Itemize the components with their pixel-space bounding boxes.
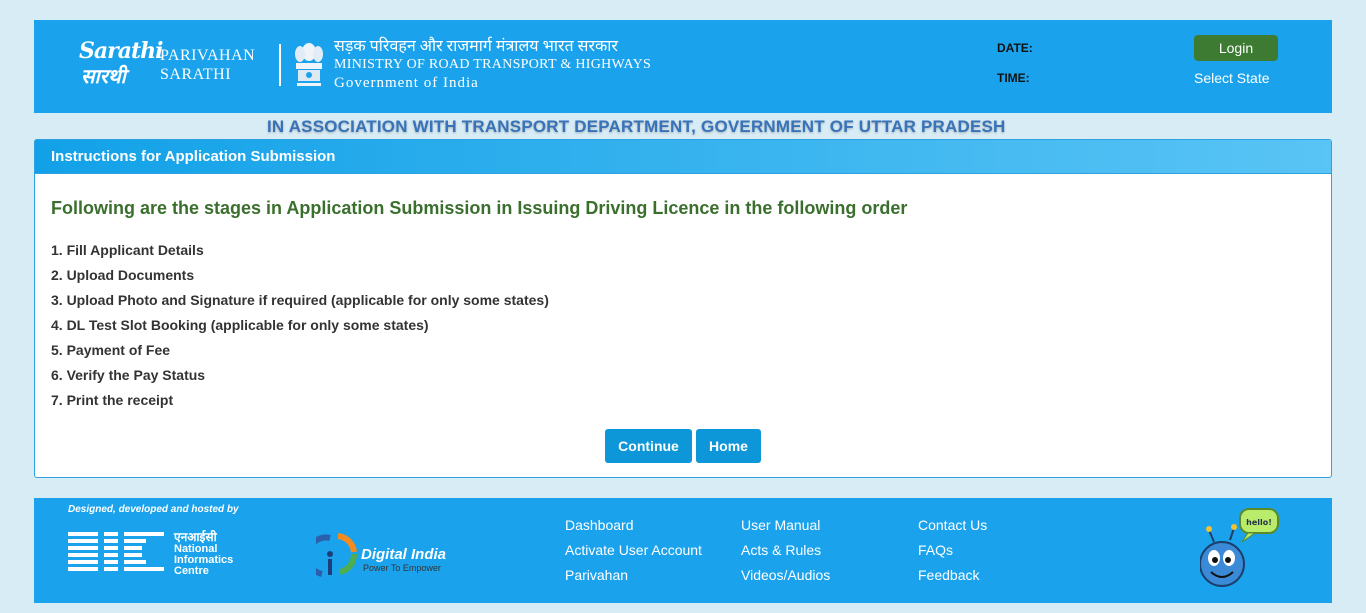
sarathi-logo[interactable]: Sarathi सारथी [79, 38, 164, 90]
government-of-india: Government of India [334, 75, 479, 91]
stage-item: 7. Print the receipt [51, 392, 174, 408]
logo-text-hi: सारथी [81, 64, 126, 88]
date-label: DATE: [997, 41, 1033, 55]
footer-link-feedback[interactable]: Feedback [918, 567, 987, 592]
mascot-bubble-text: hello! [1246, 518, 1272, 527]
stage-item: 1. Fill Applicant Details [51, 242, 204, 258]
footer-link-dashboard[interactable]: Dashboard [565, 517, 702, 542]
site-footer: Designed, developed and hosted by एनआईसी… [34, 498, 1332, 603]
parivahan-sarathi-title: PARIVAHAN SARATHI [160, 46, 255, 84]
stage-item: 5. Payment of Fee [51, 342, 171, 358]
footer-links-col-2: User Manual Acts & Rules Videos/Audios [741, 517, 830, 592]
stage-item: 3. Upload Photo and Signature if require… [51, 292, 549, 308]
time-label: TIME: [997, 71, 1030, 85]
association-banner: IN ASSOCIATION WITH TRANSPORT DEPARTMENT… [267, 117, 1006, 136]
digital-india-logo-icon[interactable] [316, 530, 358, 580]
stages-title: Following are the stages in Application … [51, 198, 908, 218]
footer-link-parivahan[interactable]: Parivahan [565, 567, 702, 592]
footer-link-user-manual[interactable]: User Manual [741, 517, 830, 542]
nic-logo-icon[interactable] [68, 528, 168, 576]
ministry-hindi: सड़क परिवहन और राजमार्ग मंत्रालय भारत सर… [334, 38, 618, 55]
footer-link-videos-audios[interactable]: Videos/Audios [741, 567, 830, 592]
footer-links-col-1: Dashboard Activate User Account Parivaha… [565, 517, 702, 592]
stage-item: 2. Upload Documents [51, 267, 195, 283]
stage-item: 6. Verify the Pay Status [51, 367, 206, 383]
footer-link-activate-user-account[interactable]: Activate User Account [565, 542, 702, 567]
header-divider [279, 44, 281, 86]
home-button[interactable]: Home [696, 429, 761, 463]
designed-by-text: Designed, developed and hosted by [68, 504, 239, 515]
mascot-hello-icon[interactable]: hello! [1200, 506, 1284, 596]
parivahan-line-2: SARATHI [160, 66, 232, 83]
panel-heading: Instructions for Application Submission [35, 140, 1331, 174]
footer-link-faqs[interactable]: FAQs [918, 542, 987, 567]
digital-india-text: Digital India [361, 546, 447, 563]
ministry-english: MINISTRY OF ROAD TRANSPORT & HIGHWAYS [334, 57, 652, 72]
continue-button[interactable]: Continue [605, 429, 692, 463]
ministry-title: सड़क परिवहन और राजमार्ग मंत्रालय भारत सर… [334, 37, 651, 92]
footer-link-contact-us[interactable]: Contact Us [918, 517, 987, 542]
login-button[interactable]: Login [1194, 35, 1278, 61]
national-emblem-icon [295, 43, 323, 86]
parivahan-line-1: PARIVAHAN [160, 47, 256, 64]
logo-text-en: Sarathi [79, 38, 164, 64]
stage-item: 4. DL Test Slot Booking (applicable for … [51, 317, 429, 333]
site-header: Sarathi सारथी PARIVAHAN SARATHI सड़क परि… [34, 20, 1332, 113]
footer-link-acts-rules[interactable]: Acts & Rules [741, 542, 830, 567]
nic-line-3: Centre [174, 565, 209, 577]
stages-list: 1. Fill Applicant Details 2. Upload Docu… [51, 241, 549, 416]
select-state-link[interactable]: Select State [1194, 70, 1270, 86]
nic-name: National Informatics Centre [174, 544, 233, 577]
instructions-panel: Instructions for Application Submission … [34, 139, 1332, 478]
digital-india-tagline: Power To Empower [363, 563, 441, 573]
footer-links-col-3: Contact Us FAQs Feedback [918, 517, 987, 592]
